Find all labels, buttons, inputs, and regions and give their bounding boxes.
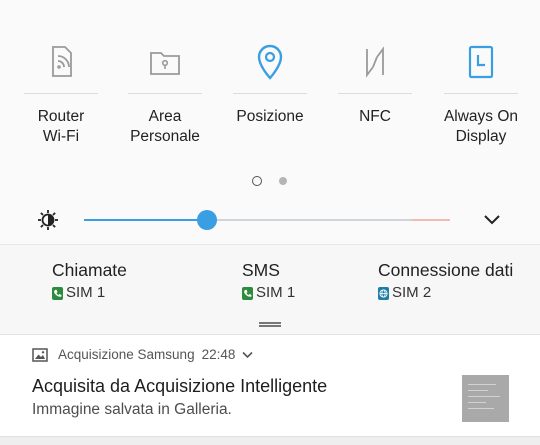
sim-setting-title: SMS <box>242 260 280 280</box>
notification-time: 22:48 <box>201 347 236 362</box>
secure-folder-icon <box>150 52 180 75</box>
notification-card[interactable]: Acquisizione Samsung 22:48 Acquisita da … <box>0 334 540 436</box>
brightness-icon <box>38 210 58 230</box>
quick-settings-tiles: Router Wi-Fi Area Personale Posizione NF… <box>0 38 540 158</box>
sim-setting-title: Chiamate <box>52 260 127 280</box>
page-indicator <box>0 174 540 188</box>
sim-setting-title: Connessione dati <box>378 260 514 280</box>
globe-icon <box>378 286 389 300</box>
page-dot[interactable] <box>279 177 287 185</box>
location-pin-icon <box>257 44 283 80</box>
page-dot-current[interactable] <box>252 176 262 186</box>
sim-label: SIM 1 <box>66 284 106 301</box>
sim-settings-row: Chiamate SIM 1 SMS SIM 1 Connessione dat… <box>0 244 540 334</box>
chevron-down-icon[interactable] <box>483 214 501 226</box>
sim-setting-sms[interactable]: SMS SIM 1 <box>242 259 295 302</box>
sim-setting-calls[interactable]: Chiamate SIM 1 <box>52 259 127 302</box>
nfc-icon <box>366 46 384 78</box>
expand-chevron-icon[interactable] <box>242 351 253 359</box>
tile-label: Posizione <box>236 108 304 125</box>
tile-nfc[interactable]: NFC <box>322 38 428 158</box>
phone-icon <box>242 286 253 300</box>
notification-header: Acquisizione Samsung 22:48 <box>32 347 253 362</box>
notification-app-name: Acquisizione Samsung <box>58 347 195 362</box>
tile-always-on-display[interactable]: Always On Display <box>428 38 534 158</box>
notification-title: Acquisita da Acquisizione Intelligente <box>32 376 328 396</box>
always-on-display-icon <box>468 45 494 79</box>
hotspot-icon <box>52 46 72 77</box>
notification-divider <box>0 436 540 445</box>
brightness-control <box>0 204 540 236</box>
quick-settings-panel: Router Wi-Fi Area Personale Posizione NF… <box>0 0 540 244</box>
tile-wifi-hotspot[interactable]: Router Wi-Fi <box>8 38 114 158</box>
drag-handle[interactable] <box>259 322 281 327</box>
tile-location[interactable]: Posizione <box>217 38 323 158</box>
sim-setting-data[interactable]: Connessione dati SIM 2 <box>378 259 513 302</box>
phone-icon <box>52 286 63 300</box>
tile-label: NFC <box>359 108 391 125</box>
tile-secure-folder[interactable]: Area Personale <box>112 38 218 158</box>
image-icon <box>32 347 48 362</box>
notification-text: Immagine salvata in Galleria. <box>32 401 232 418</box>
notification-thumbnail <box>462 375 509 422</box>
brightness-slider-thumb[interactable] <box>197 210 217 230</box>
sim-label: SIM 2 <box>392 284 432 301</box>
tile-label: Router Wi-Fi <box>37 108 85 145</box>
sim-label: SIM 1 <box>256 284 296 301</box>
tile-label: Always On Display <box>443 108 519 145</box>
tile-label: Area Personale <box>130 108 200 145</box>
